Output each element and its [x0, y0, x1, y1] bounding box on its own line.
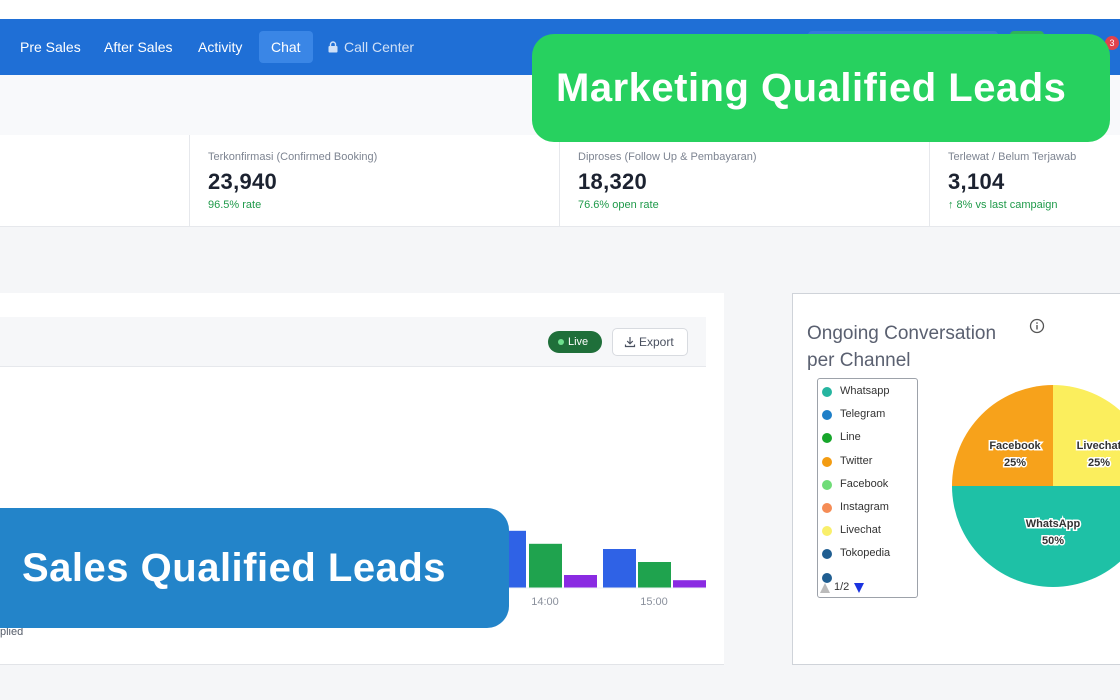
nav-item-call-center[interactable]: Call Center [316, 31, 426, 63]
slice-label: WhatsApp [1026, 518, 1081, 530]
bar [603, 549, 636, 588]
legend-label: Whatsapp [840, 385, 890, 397]
stat-subtext: ↑ 8% vs last campaign [948, 199, 1058, 211]
nav-item-pre-sales[interactable]: Pre Sales [8, 31, 93, 63]
slice-label: Facebook [989, 440, 1041, 452]
legend-label: Twitter [840, 454, 873, 467]
stat-label: Terlewat / Belum Terjawab [948, 151, 1077, 163]
stats-row: Terkonfirmasi (Confirmed Booking) 23,940… [0, 135, 1120, 227]
legend-swatch [822, 456, 832, 467]
pager-label: 1/2 [834, 581, 850, 593]
stat-subtext: 96.5% rate [208, 199, 262, 211]
call-center-label: Call Center [344, 39, 415, 55]
info-icon[interactable] [1029, 318, 1045, 334]
legend-label: Facebook [840, 477, 889, 490]
legend-label: Livechat [840, 524, 881, 537]
pie-slice [952, 385, 1053, 486]
legend-label: Tokopedia [840, 547, 891, 560]
pie-chart-title: Ongoing Conversation per Channel [807, 323, 997, 371]
x-tick-label: 15:00 [640, 596, 668, 608]
stat-card-missed: Terlewat / Belum Terjawab 3,104 ↑ 8% vs … [929, 135, 1120, 227]
dashboard-root: Pre Sales After Sales Activity Chat Call… [0, 0, 1120, 700]
bar [638, 562, 671, 588]
top-strip [0, 0, 1120, 19]
pie-chart-panel: Facebook 25% Livechat 25% WhatsApp 50% Ongoin… [792, 293, 1120, 665]
slice-label: Livechat [1077, 440, 1120, 452]
legend-label: Telegram [840, 408, 886, 421]
stat-value: 3,104 [948, 169, 1005, 194]
pie-slice [1053, 385, 1120, 486]
pager-down-icon[interactable] [854, 583, 864, 593]
mql-banner: Marketing Qualified Leads [532, 34, 1110, 142]
pie-legend: Tokopedia Livechat Instagram Facebook Twitte… [817, 378, 918, 598]
legend-swatch [822, 433, 832, 444]
legend-swatch [822, 387, 832, 397]
slice-percent: 50% [1042, 535, 1064, 547]
legend-swatch-partial [822, 573, 832, 583]
nav-item-activity[interactable]: Activity [186, 31, 254, 63]
stat-subtext: 76.6% open rate [578, 199, 659, 211]
legend-pager: 1/2 [820, 581, 900, 595]
lock-icon [328, 41, 338, 53]
stat-card-confirmed: Terkonfirmasi (Confirmed Booking) 23,940… [189, 135, 560, 227]
legend-swatch [822, 479, 832, 490]
legend-swatch [822, 503, 832, 513]
legend-swatch [822, 526, 832, 537]
legend-label: Instagram [840, 501, 889, 513]
pie-slice [952, 486, 1120, 587]
stat-label: Diproses (Follow Up & Pembayaran) [578, 151, 757, 163]
legend-label: Line [840, 431, 861, 444]
legend-swatch [822, 410, 832, 421]
slice-percent: 25% [1088, 457, 1110, 469]
nav-item-after-sales[interactable]: After Sales [92, 31, 184, 63]
pager-up-icon[interactable] [820, 583, 830, 593]
x-tick-label: 14:00 [531, 596, 559, 608]
stat-label: Terkonfirmasi (Confirmed Booking) [208, 151, 378, 163]
sql-banner: Sales Qualified Leads [0, 508, 509, 628]
bar [673, 580, 706, 588]
bar [564, 575, 597, 588]
bar [529, 543, 562, 588]
stat-value: 23,940 [208, 169, 278, 194]
stat-value: 18,320 [578, 169, 648, 194]
slice-percent: 25% [1004, 457, 1026, 469]
stat-card-processed: Diproses (Follow Up & Pembayaran) 18,320… [559, 135, 930, 227]
legend-swatch [822, 549, 832, 560]
nav-item-chat[interactable]: Chat [259, 31, 313, 63]
